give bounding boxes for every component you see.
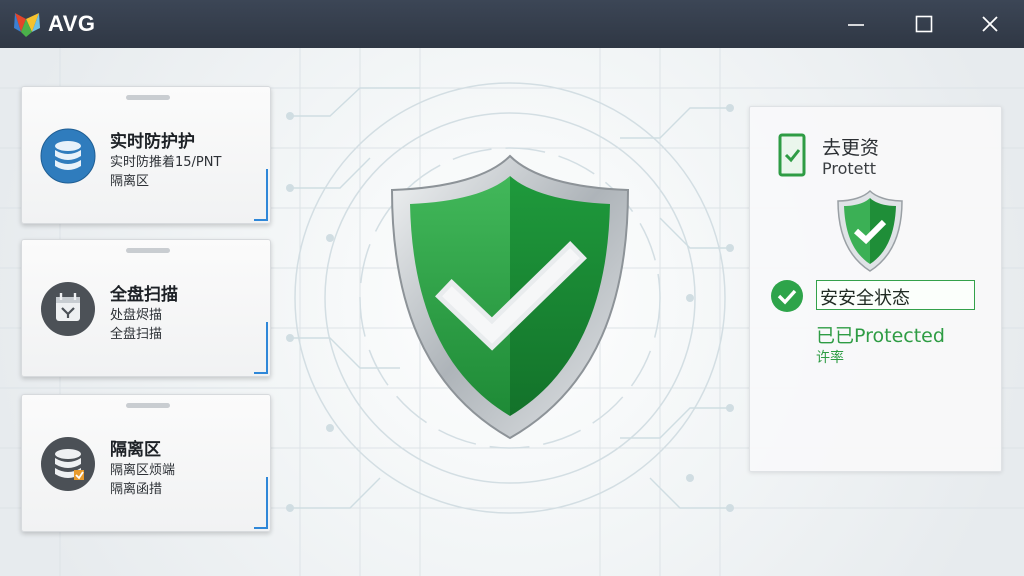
minimize-button[interactable] — [836, 8, 876, 40]
app-logo: AVG — [12, 10, 96, 38]
title-bar: AVG — [0, 0, 1024, 48]
scan-icon — [40, 281, 96, 337]
card-quarantine[interactable]: 隔离区 隔离区烦端 隔离函措 — [21, 394, 271, 532]
panel-subtitle: Protett — [822, 159, 877, 178]
main-dashboard: 实时防护护 实时防推着15/PNT 隔离区 全盘扫描 处盘烬描 全盘扫描 隔离区… — [0, 48, 1024, 576]
card-detail: 隔离区 — [110, 174, 150, 189]
maximize-button[interactable] — [904, 8, 944, 40]
card-detail: 处盘烬描 — [110, 308, 163, 323]
phone-check-icon — [778, 133, 806, 177]
app-name: AVG — [48, 11, 96, 36]
status-protected-text: 已已Protected — [816, 325, 945, 347]
close-icon — [982, 16, 998, 32]
card-accent — [254, 527, 268, 529]
card-detail: 实时防推着15/PNT — [110, 155, 222, 170]
shield-check-icon — [390, 154, 630, 440]
avg-logo-icon — [12, 10, 42, 38]
card-title: 隔离区 — [110, 440, 161, 460]
card-grip — [126, 95, 170, 100]
card-grip — [126, 248, 170, 253]
card-accent — [266, 169, 268, 221]
card-realtime-protection[interactable]: 实时防护护 实时防推着15/PNT 隔离区 — [21, 86, 271, 224]
status-panel: 去更资 Protett 安安全状态 已已Protected 许率 — [749, 106, 1002, 472]
maximize-icon — [915, 15, 933, 33]
card-full-scan[interactable]: 全盘扫描 处盘烬描 全盘扫描 — [21, 239, 271, 377]
panel-title: 去更资 — [822, 137, 880, 159]
card-grip — [126, 403, 170, 408]
card-detail: 隔离函措 — [110, 482, 163, 497]
minimize-icon — [848, 24, 864, 26]
card-accent — [254, 372, 268, 374]
card-accent — [266, 322, 268, 374]
quarantine-icon — [40, 436, 96, 492]
card-accent — [266, 477, 268, 529]
security-status-field[interactable]: 安安全状态 — [816, 280, 975, 310]
database-icon — [40, 128, 96, 184]
card-detail: 隔离区烦端 — [110, 463, 176, 478]
card-detail: 全盘扫描 — [110, 327, 163, 342]
card-title: 全盘扫描 — [110, 285, 178, 305]
status-detail-text: 许率 — [816, 350, 844, 366]
card-title: 实时防护护 — [110, 132, 195, 152]
small-shield-icon — [837, 189, 903, 272]
close-button[interactable] — [970, 8, 1010, 40]
card-accent — [254, 219, 268, 221]
check-circle-icon — [771, 280, 803, 312]
